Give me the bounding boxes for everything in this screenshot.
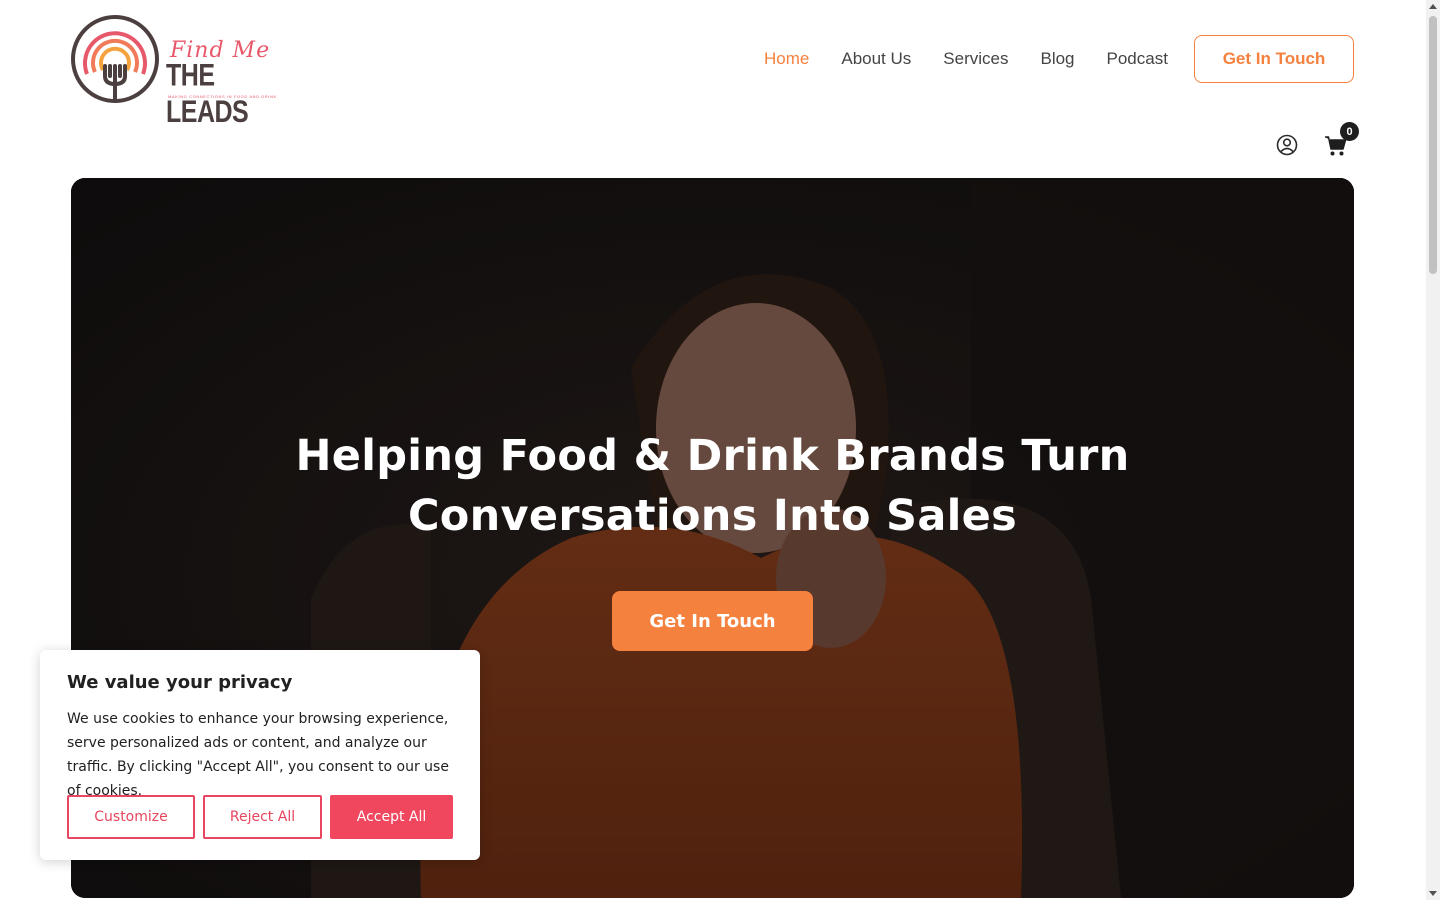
- hero-title-line-2: Conversations Into Sales: [407, 491, 1018, 541]
- main-nav: Home About Us Services Blog Podcast: [764, 46, 1200, 72]
- cookie-accept-all-button[interactable]: Accept All: [330, 795, 453, 839]
- scroll-down-arrow-icon[interactable]: [1429, 891, 1437, 896]
- logo-tagline: MAKING CONNECTIONS IN FOOD AND DRINK: [168, 94, 277, 99]
- nav-services[interactable]: Services: [943, 46, 1008, 72]
- logo-fork-icon: [71, 15, 159, 103]
- cookie-reject-all-button[interactable]: Reject All: [203, 795, 322, 839]
- cart-count-badge: 0: [1340, 122, 1359, 141]
- hero-get-in-touch-button[interactable]: Get In Touch: [612, 591, 813, 651]
- logo-wordmark: Find Me THE LEADS MAKING CONNECTIONS IN …: [166, 14, 277, 129]
- cookie-body: We use cookies to enhance your browsing …: [67, 711, 449, 799]
- nav-home[interactable]: Home: [764, 46, 809, 72]
- vertical-scrollbar[interactable]: [1426, 0, 1440, 900]
- cookie-button-group: Customize Reject All Accept All: [67, 795, 453, 839]
- nav-about-us[interactable]: About Us: [841, 46, 911, 72]
- nav-blog[interactable]: Blog: [1040, 46, 1074, 72]
- cookie-title: We value your privacy: [67, 672, 293, 693]
- header-get-in-touch-button[interactable]: Get In Touch: [1194, 35, 1354, 83]
- cookie-customize-button[interactable]: Customize: [67, 795, 195, 839]
- hero-title: Helping Food & Drink Brands Turn Convers…: [71, 426, 1354, 546]
- nav-podcast[interactable]: Podcast: [1107, 46, 1168, 72]
- page: Find Me THE LEADS MAKING CONNECTIONS IN …: [0, 0, 1440, 900]
- cookie-consent-banner: We value your privacy We use cookies to …: [40, 650, 480, 860]
- scroll-up-arrow-icon[interactable]: [1429, 4, 1437, 9]
- hero-title-line-1: Helping Food & Drink Brands Turn: [295, 431, 1130, 481]
- site-logo[interactable]: Find Me THE LEADS MAKING CONNECTIONS IN …: [70, 14, 277, 129]
- scrollbar-thumb[interactable]: [1429, 16, 1437, 274]
- user-circle-icon[interactable]: [1276, 134, 1298, 156]
